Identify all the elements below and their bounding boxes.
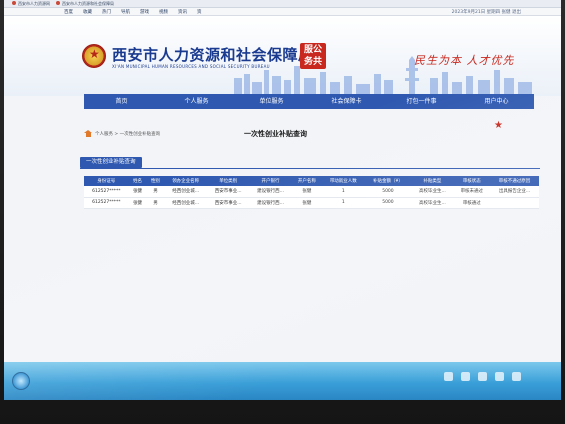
- national-emblem-icon: [82, 44, 106, 68]
- table-cell: 高校毕业生...: [411, 197, 454, 209]
- table-cell: 审核未通过: [453, 186, 491, 198]
- start-button-icon[interactable]: [12, 372, 30, 390]
- table-header-cell: 补贴类型: [411, 176, 454, 186]
- breadcrumb: 个人服务 > 一次性创业补贴查询: [84, 130, 160, 137]
- subsidy-table: 身份证号 姓名 性别 领办企业名称 单位类别 开户银行 开户名称 带动就业人数 …: [84, 176, 539, 209]
- table-cell: 张健: [128, 186, 147, 198]
- browser-tab[interactable]: 西安市人力资源和社会保障局: [56, 0, 114, 7]
- bookmark-item[interactable]: 导航: [121, 9, 130, 15]
- table-cell: 张健: [291, 186, 322, 198]
- table-header-cell: 带动就业人数: [322, 176, 365, 186]
- tray-app-icon[interactable]: [495, 372, 504, 381]
- nav-item-user-center[interactable]: 用户中心: [459, 94, 534, 109]
- table-header-cell: 开户银行: [249, 176, 292, 186]
- tray-app-icon[interactable]: [461, 372, 470, 381]
- bureau-title: 西安市人力资源和社会保障局: [112, 46, 314, 64]
- table-cell: 1: [322, 186, 365, 198]
- tab-favicon-icon: [12, 0, 16, 5]
- table-header-cell: 开户名称: [291, 176, 322, 186]
- home-icon[interactable]: [84, 130, 92, 137]
- stamp-line: 服公: [303, 45, 322, 55]
- table-row[interactable]: 612527***** 张健 男 经西创业城... 西安市事业... 建设银行西…: [84, 197, 539, 209]
- table-header-cell: 单位类别: [207, 176, 250, 186]
- table-header-cell: 性别: [146, 176, 165, 186]
- monitor-frame: 西安市人力资源网 西安市人力资源和社会保障局 百度 收藏 热门 导航 游戏 视频…: [0, 0, 565, 424]
- user-status[interactable]: 2023年9月21日 星期四 张健 退出: [452, 9, 521, 15]
- table-cell: 5000: [364, 197, 412, 209]
- table-header-cell: 身份证号: [84, 176, 129, 186]
- breadcrumb-text[interactable]: 个人服务 > 一次性创业补贴查询: [95, 131, 160, 137]
- table-cell: 高校毕业生...: [411, 186, 454, 198]
- table-row[interactable]: 612527***** 张健 男 经西创业城... 西安市事业... 建设银行西…: [84, 186, 539, 198]
- public-service-stamp: 服公 务共: [300, 43, 326, 69]
- table-cell: 张健: [291, 197, 322, 209]
- tray-app-icon[interactable]: [478, 372, 487, 381]
- table-header-cell: 审核不通过原因: [490, 176, 539, 186]
- page-title: 一次性创业补贴查询: [244, 130, 307, 138]
- table-header-cell: 审核状态: [453, 176, 491, 186]
- system-tray: [444, 372, 521, 381]
- main-nav: 首页 个人服务 单位服务 社会保障卡 打包一件事 用户中心: [84, 94, 534, 109]
- table-cell: 建设银行西...: [249, 197, 292, 209]
- nav-item-home[interactable]: 首页: [84, 94, 159, 109]
- table-cell: [490, 197, 539, 209]
- table-cell: 经西创业城...: [164, 186, 208, 198]
- screen: 西安市人力资源网 西安市人力资源和社会保障局 百度 收藏 热门 导航 游戏 视频…: [4, 0, 561, 400]
- table-cell: 审核通过: [453, 197, 491, 209]
- site-header: 西安市人力资源和社会保障局 XI'AN MUNICIPAL HUMAN RESO…: [4, 16, 561, 96]
- bookmark-item[interactable]: 收藏: [83, 9, 92, 15]
- bookmark-item[interactable]: 百度: [64, 9, 73, 15]
- table-header-cell: 补贴金额（¥）: [364, 176, 412, 186]
- table-cell: 张健: [128, 197, 147, 209]
- table-header-cell: 姓名: [128, 176, 147, 186]
- table-cell: 出具报告企业...: [490, 186, 539, 198]
- bookmark-item[interactable]: 资: [197, 9, 202, 15]
- browser-tab-bar: 西安市人力资源网 西安市人力资源和社会保障局: [4, 0, 561, 8]
- table-cell: 西安市事业...: [207, 197, 250, 209]
- browser-tab[interactable]: 西安市人力资源网: [12, 0, 50, 7]
- nav-item-package-service[interactable]: 打包一件事: [384, 94, 459, 109]
- table-cell: 建设银行西...: [249, 186, 292, 198]
- table-cell: 5000: [364, 186, 412, 198]
- bureau-english-title: XI'AN MUNICIPAL HUMAN RESOURCES AND SOCI…: [112, 64, 270, 69]
- taskbar: [4, 362, 561, 400]
- table-cell: 西安市事业...: [207, 186, 250, 198]
- tray-app-icon[interactable]: [512, 372, 521, 381]
- bookmark-item[interactable]: 资讯: [178, 9, 187, 15]
- bookmark-item[interactable]: 视频: [159, 9, 168, 15]
- tab-favicon-icon: [56, 0, 60, 5]
- nav-item-unit-service[interactable]: 单位服务: [234, 94, 309, 109]
- bookmark-item[interactable]: 游戏: [140, 9, 149, 15]
- star-icon: ★: [494, 120, 503, 131]
- section-tab[interactable]: 一次性创业补贴查询: [80, 157, 142, 168]
- table-cell: 612527*****: [84, 197, 129, 209]
- bookmark-bar: 百度 收藏 热门 导航 游戏 视频 资讯 资 2023年9月21日 星期四 张健…: [4, 8, 561, 16]
- table-cell: 经西创业城...: [164, 197, 208, 209]
- table-cell: 男: [146, 197, 165, 209]
- nav-item-social-security-card[interactable]: 社会保障卡: [309, 94, 384, 109]
- table-cell: 612527*****: [84, 186, 129, 198]
- table-cell: 男: [146, 186, 165, 198]
- table-cell: 1: [322, 197, 365, 209]
- stamp-line: 务共: [303, 57, 322, 67]
- table-header-row: 身份证号 姓名 性别 领办企业名称 单位类别 开户银行 开户名称 带动就业人数 …: [84, 176, 539, 186]
- table-header-cell: 领办企业名称: [164, 176, 208, 186]
- bookmark-item[interactable]: 热门: [102, 9, 111, 15]
- tray-app-icon[interactable]: [444, 372, 453, 381]
- section-divider: [80, 168, 540, 169]
- nav-item-personal-service[interactable]: 个人服务: [159, 94, 234, 109]
- slogan: 民生为本 人才优先: [414, 54, 515, 67]
